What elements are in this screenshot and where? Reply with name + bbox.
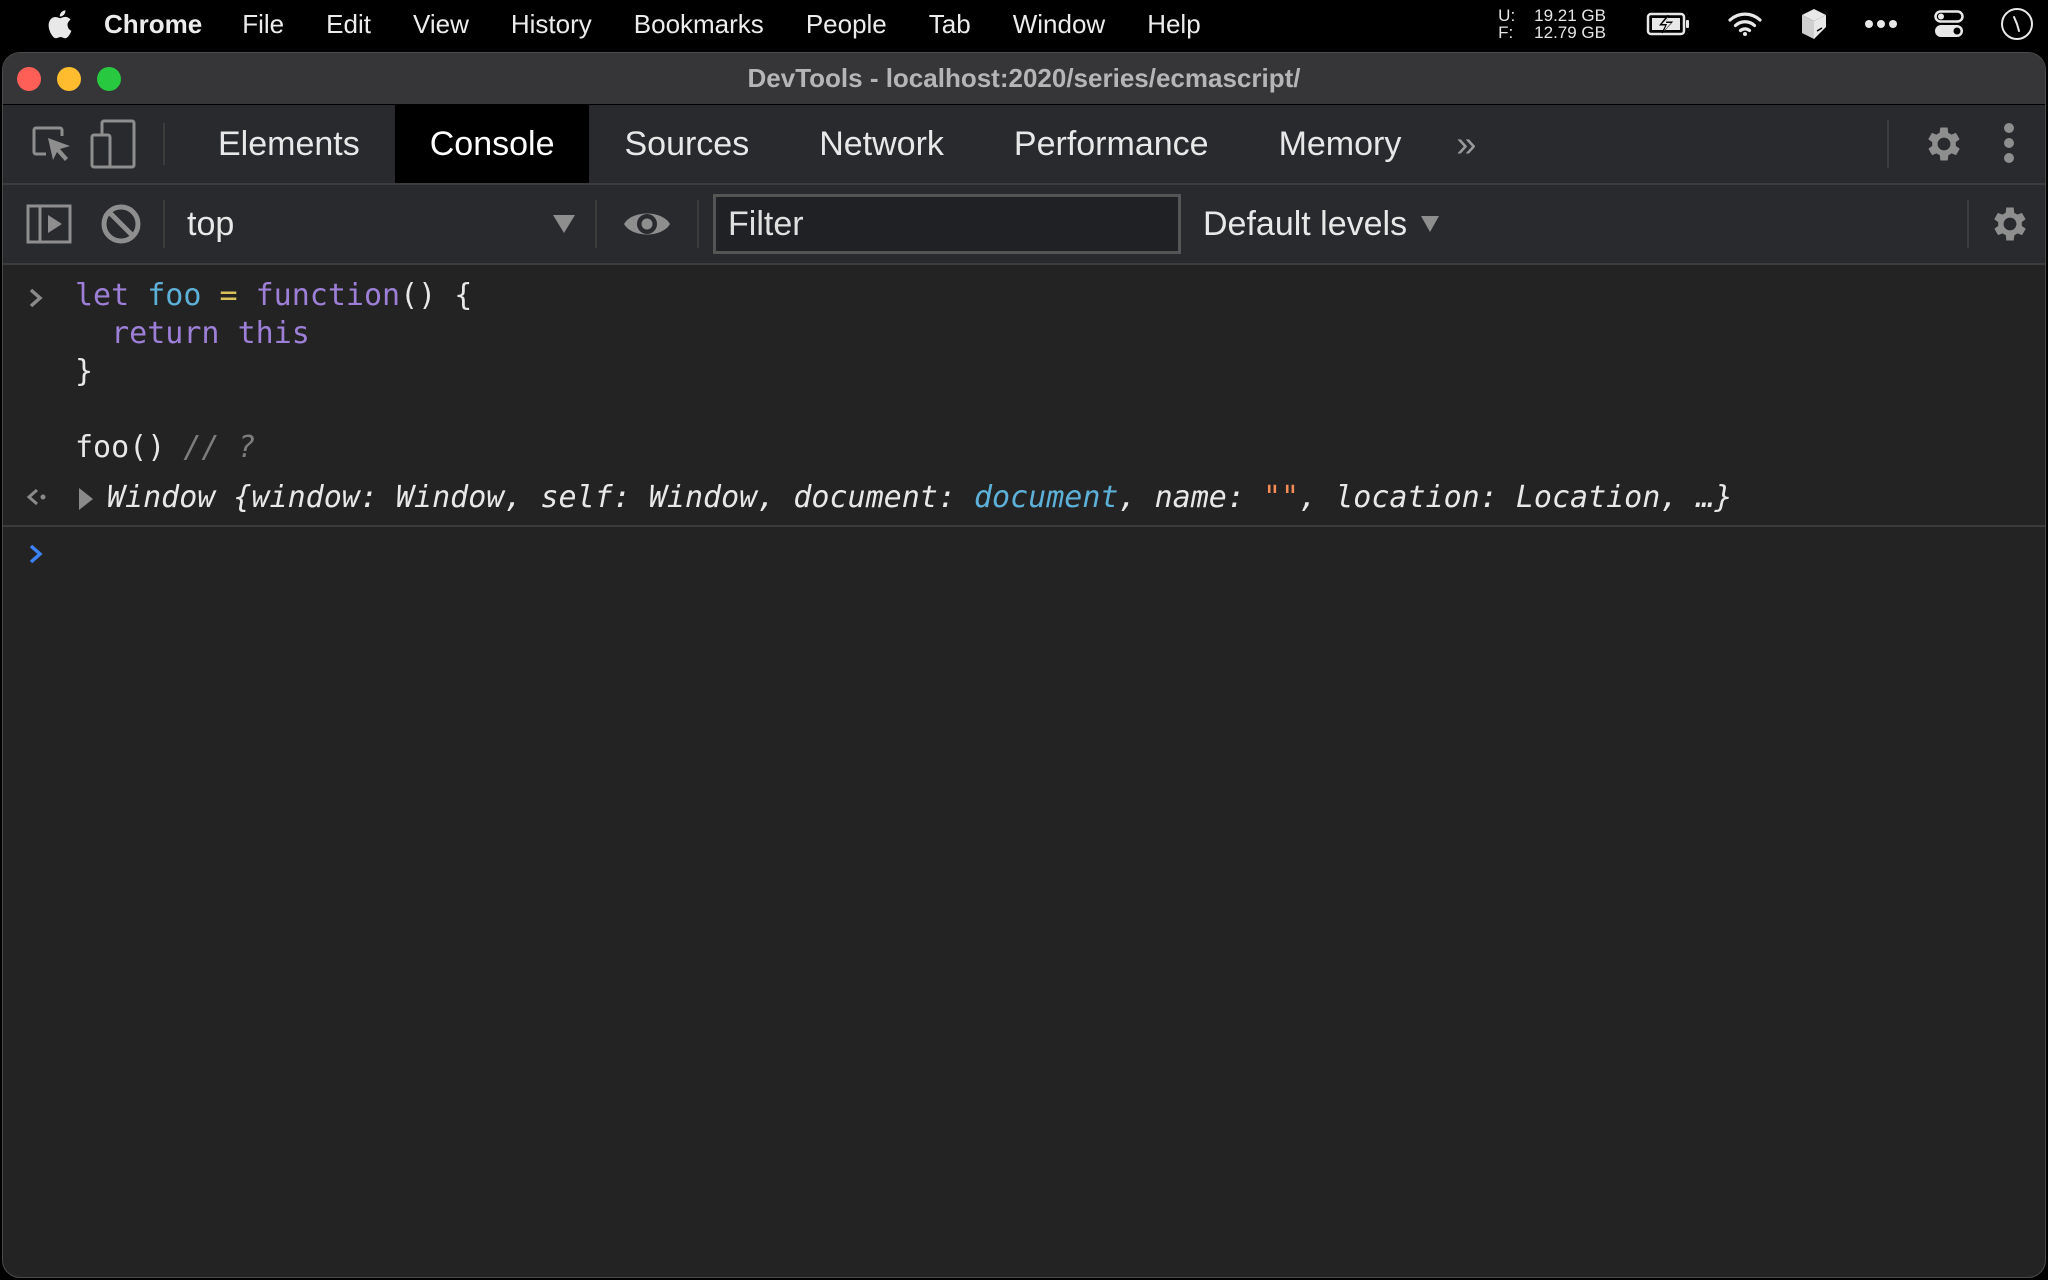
console-input-entry: let foo = function() { return this } foo…	[3, 265, 2045, 467]
result-object-preview[interactable]: Window {window: Window, self: Window, do…	[107, 480, 1733, 515]
settings-gear-icon[interactable]	[1909, 122, 1979, 166]
context-selector-value: top	[187, 204, 235, 243]
device-toolbar-icon[interactable]	[83, 105, 145, 183]
devtools-window: DevTools - localhost:2020/series/ecmascr…	[2, 52, 2046, 1278]
dropdown-arrow-icon	[553, 215, 575, 233]
menu-app-chrome[interactable]: Chrome	[104, 9, 202, 40]
menu-bookmarks[interactable]: Bookmarks	[634, 9, 764, 40]
menu-people[interactable]: People	[806, 9, 887, 40]
wifi-icon[interactable]	[1728, 11, 1762, 37]
console-prompt-input[interactable]	[3, 527, 2045, 585]
toolbar-divider	[1887, 120, 1889, 168]
close-window-button[interactable]	[17, 67, 41, 91]
toolbar-divider	[697, 200, 699, 248]
toolbar-divider	[163, 123, 165, 165]
control-center-icon[interactable]	[1934, 10, 1964, 38]
log-levels-dropdown[interactable]: Default levels	[1203, 204, 1440, 244]
tab-memory[interactable]: Memory	[1244, 105, 1437, 183]
context-selector[interactable]: top	[165, 205, 595, 244]
toolbar-divider	[1967, 200, 1969, 248]
console-right-tools	[1967, 185, 2045, 263]
show-sidebar-icon[interactable]	[19, 194, 79, 254]
battery-charging-icon[interactable]	[1646, 11, 1692, 37]
code-line: }	[75, 354, 94, 389]
window-title: DevTools - localhost:2020/series/ecmascr…	[747, 63, 1301, 93]
console-settings-gear-icon[interactable]	[1975, 194, 2045, 254]
box-icon[interactable]	[1798, 7, 1828, 41]
apple-menu-icon[interactable]	[44, 7, 74, 41]
more-icon[interactable]	[1864, 19, 1898, 29]
menu-help[interactable]: Help	[1147, 9, 1200, 40]
memory-free-label: F:	[1498, 23, 1514, 42]
menu-file[interactable]: File	[242, 9, 284, 40]
prompt-chevron-icon	[27, 539, 45, 577]
tab-elements[interactable]: Elements	[183, 105, 395, 183]
memory-used-value: 19.21 GB	[1534, 6, 1606, 25]
console-toolbar: top Default levels	[3, 185, 2045, 265]
clock-icon[interactable]	[2000, 7, 2034, 41]
inspect-element-icon[interactable]	[21, 105, 83, 183]
expand-triangle-icon[interactable]	[79, 488, 93, 510]
input-chevron-icon	[27, 277, 45, 323]
live-expression-eye-icon[interactable]	[597, 194, 697, 254]
console-output-area[interactable]: let foo = function() { return this } foo…	[3, 265, 2045, 585]
customize-menu-icon[interactable]	[1979, 122, 2039, 166]
tab-performance[interactable]: Performance	[979, 105, 1244, 183]
tab-sources[interactable]: Sources	[589, 105, 784, 183]
code-line: foo() // ?	[75, 430, 256, 465]
maximize-window-button[interactable]	[97, 67, 121, 91]
tab-network[interactable]: Network	[784, 105, 979, 183]
menu-tab[interactable]: Tab	[929, 9, 971, 40]
console-result-entry: Window {window: Window, self: Window, do…	[3, 469, 2045, 527]
menu-view[interactable]: View	[413, 9, 469, 40]
macos-menu-bar: Chrome File Edit View History Bookmarks …	[0, 0, 2048, 48]
memory-free-value: 12.79 GB	[1534, 23, 1606, 42]
traffic-lights	[17, 67, 121, 91]
filter-input[interactable]	[713, 194, 1181, 254]
menu-bar-extras: U: 19.21 GB F: 12.79 GB	[1498, 0, 2048, 48]
log-levels-label: Default levels	[1203, 204, 1408, 243]
window-titlebar[interactable]: DevTools - localhost:2020/series/ecmascr…	[3, 53, 2045, 105]
devtools-tabbar: Elements Console Sources Network Perform…	[3, 105, 2045, 185]
devtools-right-tools	[1887, 105, 2045, 183]
menu-history[interactable]: History	[511, 9, 592, 40]
tab-console[interactable]: Console	[394, 105, 590, 183]
memory-status[interactable]: U: 19.21 GB F: 12.79 GB	[1498, 7, 1606, 41]
memory-used-label: U:	[1498, 6, 1516, 25]
result-arrow-icon	[25, 483, 51, 521]
minimize-window-button[interactable]	[57, 67, 81, 91]
clear-console-icon[interactable]	[91, 194, 151, 254]
code-line: let foo = function() {	[75, 278, 473, 313]
code-line: return this	[111, 316, 310, 351]
dropdown-arrow-icon	[1421, 216, 1440, 232]
menu-window[interactable]: Window	[1013, 9, 1105, 40]
more-tabs-button[interactable]: »	[1436, 105, 1496, 183]
menu-edit[interactable]: Edit	[326, 9, 371, 40]
